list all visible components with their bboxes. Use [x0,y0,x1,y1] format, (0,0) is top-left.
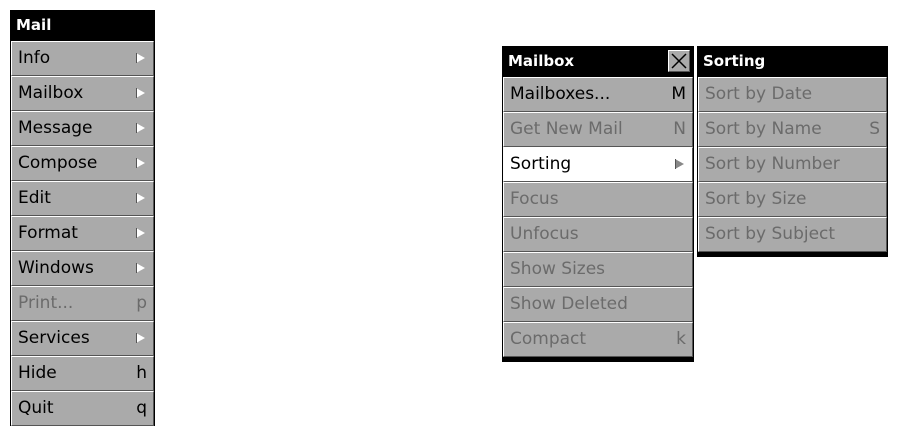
menu-item-label: Sort by Size [705,189,807,209]
menu-item-label: Info [18,48,51,68]
submenu-arrow-icon [136,333,145,343]
menu-item-label: Sort by Date [705,84,813,104]
menu-item-label: Compact [510,329,587,349]
mailbox-menu: Mailbox Mailboxes... M Get New Mail N So… [502,46,694,362]
menu-item-hide[interactable]: Hide h [11,356,154,391]
menu-item-label: Windows [18,258,94,278]
submenu-arrow-icon [675,159,684,169]
menu-item-sort-by-subject[interactable]: Sort by Subject [698,217,887,252]
submenu-arrow-icon [136,158,145,168]
shortcut-key: N [673,119,686,139]
menu-item-label: Mailbox [18,83,84,103]
menu-item-label: Edit [18,188,51,208]
menu-item-label: Sort by Name [705,119,822,139]
menu-item-compact[interactable]: Compact k [503,322,693,357]
close-x-icon[interactable] [668,50,690,72]
menu-item-label: Mailboxes... [510,84,611,104]
menu-item-sort-by-date[interactable]: Sort by Date [698,77,887,112]
submenu-arrow-icon [136,228,145,238]
menu-item-sort-by-number[interactable]: Sort by Number [698,147,887,182]
menu-item-print[interactable]: Print... p [11,286,154,321]
menu-item-label: Quit [18,398,54,418]
shortcut-key: h [136,363,147,383]
menu-item-mailboxes[interactable]: Mailboxes... M [503,77,693,112]
menu-item-label: Focus [510,189,559,209]
menu-item-label: Show Sizes [510,259,606,279]
submenu-arrow-icon [136,53,145,63]
menu-item-show-deleted[interactable]: Show Deleted [503,287,693,322]
menu-item-sorting[interactable]: Sorting [503,147,693,182]
menu-item-label: Sorting [510,154,572,174]
menu-item-get-new-mail[interactable]: Get New Mail N [503,112,693,147]
submenu-arrow-icon [136,123,145,133]
menu-item-sort-by-size[interactable]: Sort by Size [698,182,887,217]
submenu-arrow-icon [136,88,145,98]
sorting-menu: Sorting Sort by Date Sort by Name S Sort… [697,46,888,257]
menu-item-label: Services [18,328,90,348]
menu-item-label: Sort by Subject [705,224,836,244]
menu-item-compose[interactable]: Compose [11,146,154,181]
menu-item-windows[interactable]: Windows [11,251,154,286]
mail-menu-title: Mail [10,10,155,40]
menu-item-services[interactable]: Services [11,321,154,356]
menu-item-label: Unfocus [510,224,579,244]
menu-item-focus[interactable]: Focus [503,182,693,217]
menu-item-label: Message [18,118,93,138]
mailbox-menu-title: Mailbox [502,46,694,76]
submenu-arrow-icon [136,263,145,273]
shortcut-key: S [869,119,880,139]
shortcut-key: q [136,398,147,418]
shortcut-key: p [136,293,147,313]
mail-menu: Mail Info Mailbox Message Compose Edit F… [10,10,155,426]
menu-item-edit[interactable]: Edit [11,181,154,216]
menu-item-quit[interactable]: Quit q [11,391,154,426]
menu-item-unfocus[interactable]: Unfocus [503,217,693,252]
menu-item-label: Show Deleted [510,294,628,314]
shortcut-key: k [676,329,686,349]
menu-item-label: Hide [18,363,57,383]
menu-item-label: Get New Mail [510,119,623,139]
menu-item-label: Compose [18,153,98,173]
menu-item-message[interactable]: Message [11,111,154,146]
menu-item-label: Sort by Number [705,154,840,174]
menu-item-info[interactable]: Info [11,41,154,76]
menu-item-mailbox[interactable]: Mailbox [11,76,154,111]
menu-item-label: Format [18,223,78,243]
menu-item-show-sizes[interactable]: Show Sizes [503,252,693,287]
menu-item-sort-by-name[interactable]: Sort by Name S [698,112,887,147]
menu-item-format[interactable]: Format [11,216,154,251]
menu-item-label: Print... [18,293,74,313]
sorting-menu-title: Sorting [697,46,888,76]
shortcut-key: M [671,84,686,104]
submenu-arrow-icon [136,193,145,203]
